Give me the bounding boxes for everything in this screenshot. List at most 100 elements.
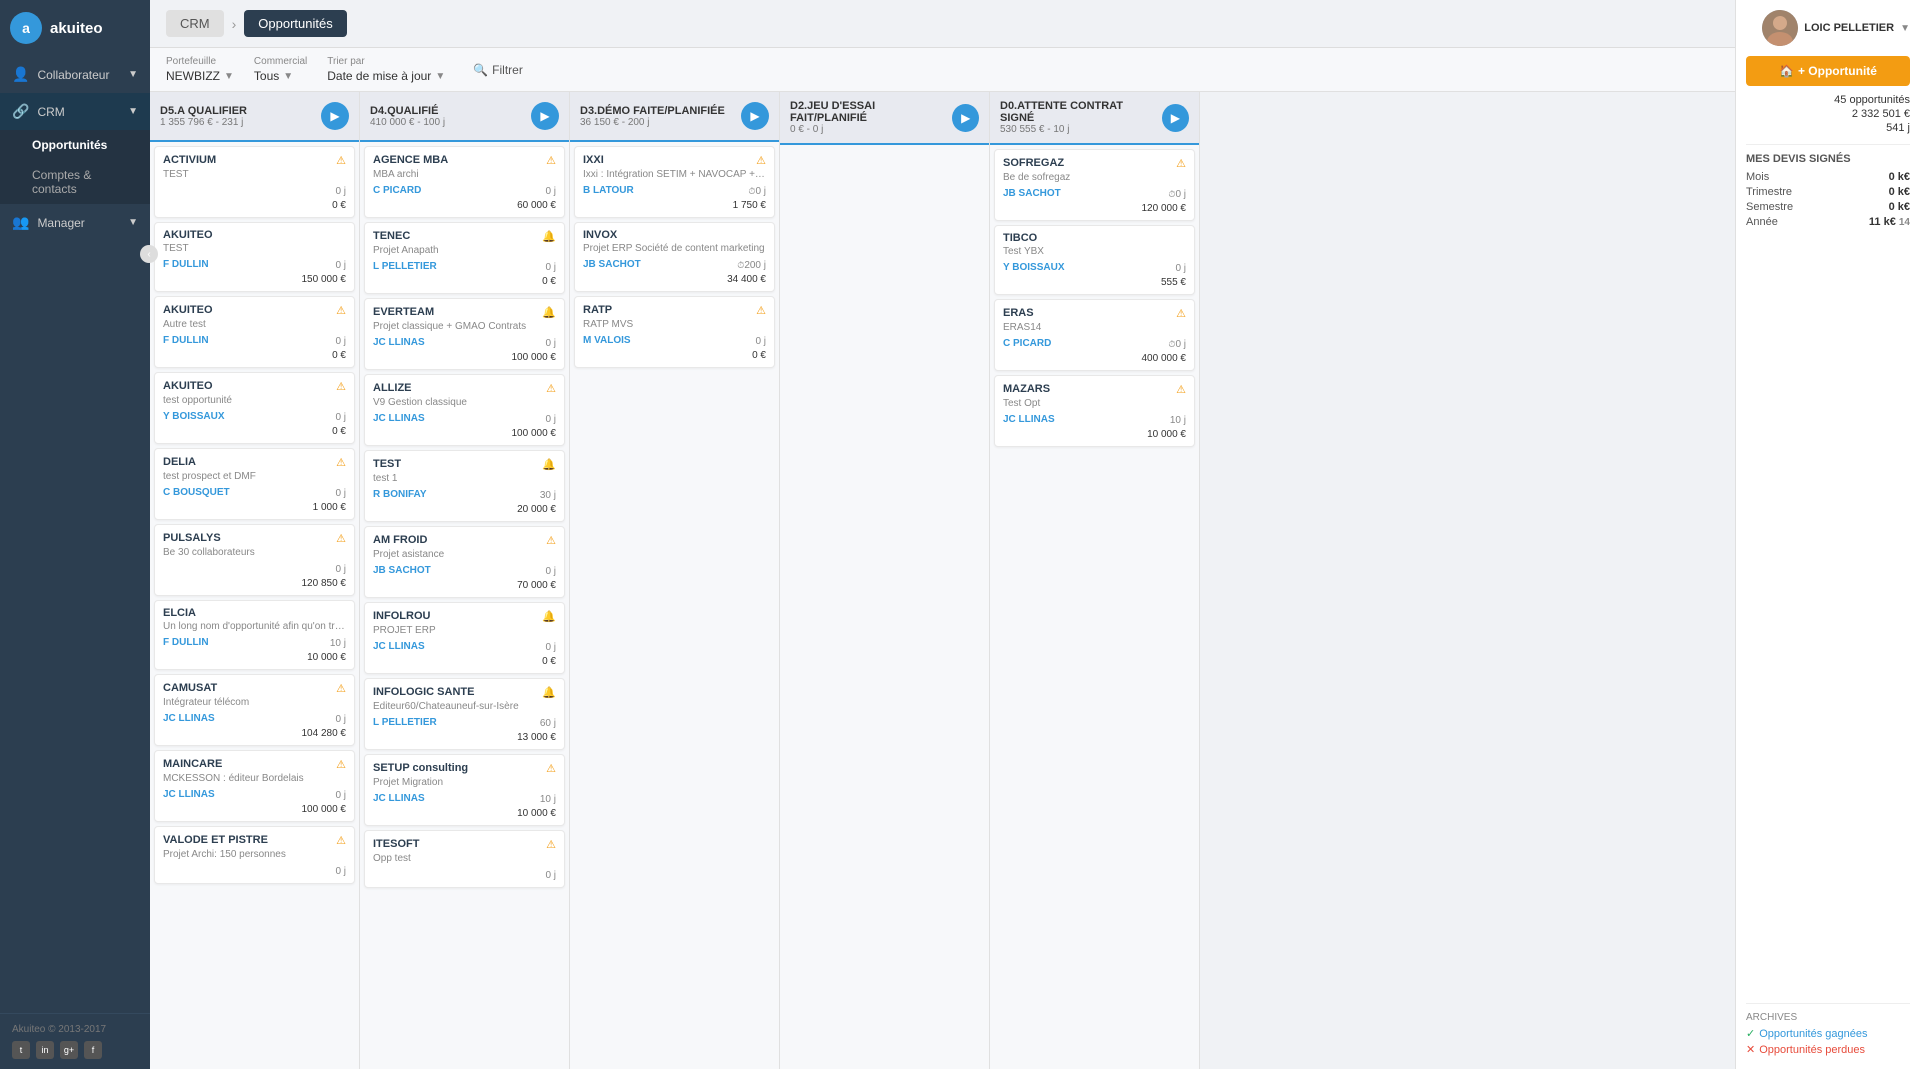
table-row[interactable]: ITESOFT ⚠ Opp test 0 j (364, 830, 565, 888)
card-icon: 🔔 (542, 305, 556, 319)
card-amount: 1 750 € (733, 200, 766, 211)
card-days: 0 j (545, 414, 556, 425)
table-row[interactable]: DELIA ⚠ test prospect et DMF C BOUSQUET … (154, 448, 355, 520)
commercial-select[interactable]: Tous ▼ (254, 69, 307, 83)
col-header-d5a: D5.A QUALIFIER1 355 796 € - 231 j▶ (150, 92, 359, 142)
card-meta: 10 j (330, 635, 346, 649)
card-company: ALLIZE (373, 382, 412, 394)
card-amount: 0 € (332, 426, 346, 437)
portefeuille-value: NEWBIZZ (166, 69, 220, 83)
filter-label: Filtrer (492, 63, 523, 77)
table-row[interactable]: VALODE ET PISTRE ⚠ Projet Archi: 150 per… (154, 826, 355, 884)
play-button-d2[interactable]: ▶ (952, 104, 979, 132)
table-row[interactable]: RATP ⚠ RATP MVS M VALOIS 0 j 0 € (574, 296, 775, 368)
sidebar-item-opportunites[interactable]: Opportunités (0, 130, 150, 160)
card-desc: Ixxi : Intégration SETIM + NAVOCAP + Mig… (583, 169, 766, 180)
table-row[interactable]: TEST 🔔 test 1 R BONIFAY 30 j 20 000 € (364, 450, 565, 522)
table-row[interactable]: SOFREGAZ ⚠ Be de sofregaz JB SACHOT ⏱0 j… (994, 149, 1195, 221)
table-row[interactable]: ERAS ⚠ ERAS14 C PICARD ⏱0 j 400 000 € (994, 299, 1195, 371)
table-row[interactable]: AGENCE MBA ⚠ MBA archi C PICARD 0 j 60 0… (364, 146, 565, 218)
play-button-d0[interactable]: ▶ (1162, 104, 1189, 132)
alert-icon: 🔔 (542, 231, 556, 243)
trier-par-value: Date de mise à jour (327, 69, 431, 83)
table-row[interactable]: ALLIZE ⚠ V9 Gestion classique JC LLINAS … (364, 374, 565, 446)
play-button-d3[interactable]: ▶ (741, 102, 769, 130)
filter-button[interactable]: 🔍 Filtrer (465, 59, 531, 81)
user-dropdown-icon[interactable]: ▼ (1900, 23, 1910, 34)
card-company: AM FROID (373, 534, 427, 546)
sidebar-item-comptes[interactable]: Comptes & contacts (0, 160, 150, 204)
play-button-d4[interactable]: ▶ (531, 102, 559, 130)
table-row[interactable]: EVERTEAM 🔔 Projet classique + GMAO Contr… (364, 298, 565, 370)
devis-value: 11 k€ 14 (1869, 216, 1910, 228)
sidebar-label-collaborateur: Collaborateur (37, 68, 109, 82)
googleplus-icon[interactable]: g+ (60, 1041, 78, 1059)
card-company: ERAS (1003, 307, 1034, 319)
table-row[interactable]: INFOLROU 🔔 PROJET ERP JC LLINAS 0 j 0 € (364, 602, 565, 674)
table-row[interactable]: INFOLOGIC SANTE 🔔 Editeur60/Chateauneuf-… (364, 678, 565, 750)
table-row[interactable]: IXXI ⚠ Ixxi : Intégration SETIM + NAVOCA… (574, 146, 775, 218)
card-meta: 10 j (540, 791, 556, 805)
archives-title: ARCHIVES (1746, 1012, 1910, 1023)
portefeuille-select[interactable]: NEWBIZZ ▼ (166, 69, 234, 83)
card-person: F DULLIN (163, 335, 209, 346)
table-row[interactable]: INVOX Projet ERP Société de content mark… (574, 222, 775, 292)
kanban-col-d4: D4.QUALIFIÉ410 000 € - 100 j▶ AGENCE MBA… (360, 92, 570, 1069)
sidebar-item-collaborateur[interactable]: 👤 Collaborateur ▼ (0, 56, 150, 93)
card-company: AKUITEO (163, 380, 213, 392)
card-desc: Opp test (373, 853, 556, 864)
manager-icon: 👥 (12, 214, 29, 231)
play-button-d5a[interactable]: ▶ (321, 102, 349, 130)
card-company: INVOX (583, 229, 617, 241)
card-amount: 100 000 € (512, 428, 557, 439)
facebook-icon[interactable]: f (84, 1041, 102, 1059)
table-row[interactable]: AKUITEO ⚠ Autre test F DULLIN 0 j 0 € (154, 296, 355, 368)
sidebar-toggle[interactable]: ‹ (140, 245, 158, 263)
breadcrumb-crm[interactable]: CRM (166, 10, 224, 37)
warning-icon: ⚠ (756, 155, 766, 167)
add-opportunity-button[interactable]: 🏠 + Opportunité (1746, 56, 1910, 86)
social-icons: t in g+ f (12, 1041, 138, 1059)
card-person: R BONIFAY (373, 489, 427, 500)
table-row[interactable]: MAINCARE ⚠ MCKESSON : éditeur Bordelais … (154, 750, 355, 822)
table-row[interactable]: MAZARS ⚠ Test Opt JC LLINAS 10 j 10 000 … (994, 375, 1195, 447)
card-desc: Autre test (163, 319, 346, 330)
user-header: LOIC PELLETIER ▼ (1746, 10, 1910, 46)
table-row[interactable]: AKUITEO TEST F DULLIN 0 j 150 000 € (154, 222, 355, 292)
card-icon: ⚠ (546, 533, 556, 547)
sidebar-item-manager[interactable]: 👥 Manager ▼ (0, 204, 150, 241)
breadcrumb-opportunites[interactable]: Opportunités (244, 10, 346, 37)
table-row[interactable]: TIBCO Test YBX Y BOISSAUX 0 j 555 € (994, 225, 1195, 295)
table-row[interactable]: CAMUSAT ⚠ Intégrateur télécom JC LLINAS … (154, 674, 355, 746)
card-days: 0 j (545, 566, 556, 577)
twitter-icon[interactable]: t (12, 1041, 30, 1059)
archive-link[interactable]: ✓Opportunités gagnées (1746, 1027, 1910, 1040)
table-row[interactable]: SETUP consulting ⚠ Projet Migration JC L… (364, 754, 565, 826)
card-amount: 60 000 € (517, 200, 556, 211)
card-icon: ⚠ (336, 303, 346, 317)
card-company: MAZARS (1003, 383, 1050, 395)
archive-label: Opportunités gagnées (1759, 1028, 1867, 1040)
card-desc: Projet Archi: 150 personnes (163, 849, 346, 860)
table-row[interactable]: PULSALYS ⚠ Be 30 collaborateurs 0 j 120 … (154, 524, 355, 596)
card-days: 0 j (755, 336, 766, 347)
devis-row: Mois0 k€ (1746, 171, 1910, 183)
card-days: 0 j (335, 714, 346, 725)
col-title-d0: D0.ATTENTE CONTRAT SIGNÉ530 555 € - 10 j (1000, 100, 1156, 135)
table-row[interactable]: ELCIA Un long nom d'opportunité afin qu'… (154, 600, 355, 670)
add-button-label: + Opportunité (1798, 64, 1877, 78)
table-row[interactable]: ACTIVIUM ⚠ TEST 0 j 0 € (154, 146, 355, 218)
card-days: 200 j (744, 260, 766, 271)
trier-par-select[interactable]: Date de mise à jour ▼ (327, 69, 445, 83)
card-desc: test opportunité (163, 395, 346, 406)
table-row[interactable]: AKUITEO ⚠ test opportunité Y BOISSAUX 0 … (154, 372, 355, 444)
table-row[interactable]: TENEC 🔔 Projet Anapath L PELLETIER 0 j 0… (364, 222, 565, 294)
card-days: 0 j (335, 412, 346, 423)
card-icon: ⚠ (546, 761, 556, 775)
kanban-col-d2: D2.JEU D'ESSAI FAIT/PLANIFIÉ0 € - 0 j▶ (780, 92, 990, 1069)
sidebar-item-crm[interactable]: 🔗 CRM ▼ (0, 93, 150, 130)
archive-link[interactable]: ✕Opportunités perdues (1746, 1043, 1910, 1056)
card-icon: 🔔 (542, 457, 556, 471)
table-row[interactable]: AM FROID ⚠ Projet asistance JB SACHOT 0 … (364, 526, 565, 598)
linkedin-icon[interactable]: in (36, 1041, 54, 1059)
